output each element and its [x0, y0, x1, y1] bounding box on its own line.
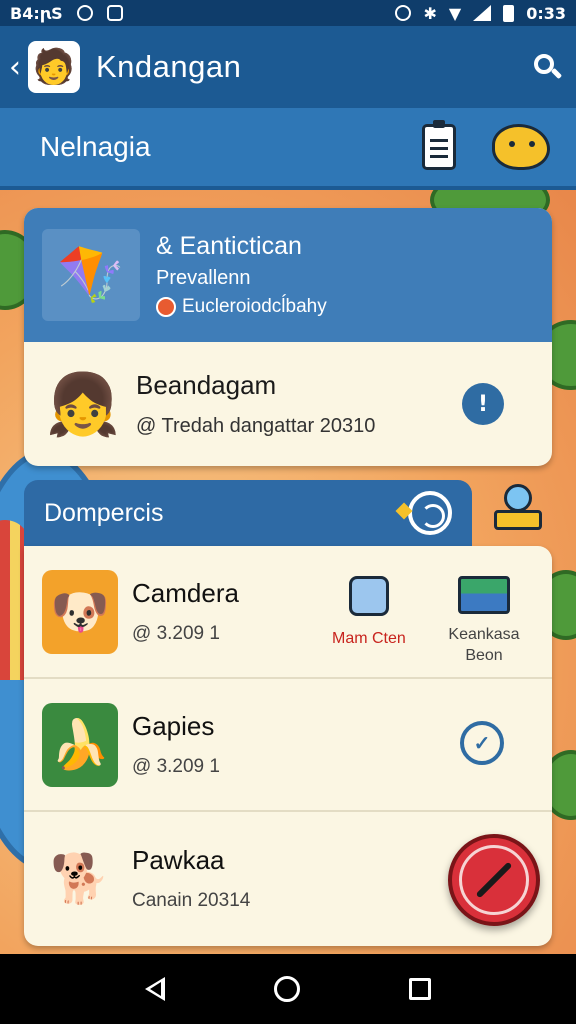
action-label: Keankasa Beon	[448, 626, 520, 664]
bluetooth-icon: ✱	[423, 3, 437, 23]
item-text: Pawkaa Canain 20314	[132, 845, 250, 912]
item-name: Camdera	[132, 578, 239, 608]
app-title: Kndangan	[96, 49, 242, 84]
image-icon	[106, 5, 123, 21]
item-meta: Canain 20314	[132, 890, 251, 911]
featured-subtitle: Prevallenn	[156, 267, 251, 289]
badge-icon[interactable]	[408, 491, 452, 535]
user-name: Beandagam	[136, 370, 277, 400]
clipboard-icon[interactable]	[422, 120, 456, 170]
app-avatar[interactable]: 🧑	[28, 41, 80, 93]
section-title: Nelnagia	[40, 131, 151, 162]
featured-banner[interactable]: 🪁 & Eantictican Prevallenn Eucleroiodcĺ…	[24, 208, 552, 342]
battery-icon	[503, 4, 515, 22]
nav-home-icon[interactable]	[273, 976, 300, 1002]
search-icon[interactable]	[532, 52, 563, 82]
item-thumbnail: 🍌	[42, 702, 118, 787]
section-header: Nelnagia	[0, 108, 576, 190]
wifi-icon: ▼	[448, 3, 462, 23]
crystal-ball-icon[interactable]	[492, 484, 546, 534]
compass-needle	[475, 861, 513, 899]
featured-user-row[interactable]: 👧 Beandagam @ Tredah dangattar 20310 !	[24, 342, 552, 466]
user-meta: @ Tredah dangattar 20310	[136, 415, 376, 437]
alert-badge-icon[interactable]: !	[462, 383, 504, 425]
list-title: Dompercis	[44, 498, 164, 527]
item-thumbnail: 🐶	[42, 569, 118, 654]
tag-dot-icon	[156, 297, 176, 317]
featured-tag-label: Eucleroiodcĺbahy	[182, 296, 327, 317]
back-icon[interactable]: ‹	[4, 50, 26, 85]
user-text: Beandagam @ Tredah dangattar 20310	[136, 370, 375, 438]
item-action-primary[interactable]: Mam Cten	[332, 576, 406, 648]
item-action-secondary[interactable]: Keankasa Beon	[439, 576, 529, 666]
user-avatar: 👧	[45, 369, 121, 440]
status-time: B4:ꞃS	[10, 3, 63, 23]
search-handle	[550, 67, 563, 80]
item-action-verify[interactable]: ✓	[460, 721, 504, 765]
item-name: Gapies	[132, 711, 215, 741]
action-label: Mam Cten	[332, 630, 406, 647]
status-clock: 0:33	[526, 3, 566, 23]
item-meta: @ 3.209 1	[132, 623, 220, 644]
featured-card[interactable]: 🪁 & Eantictican Prevallenn Eucleroiodcĺ…	[24, 208, 552, 466]
list-item[interactable]: 🍌 Gapies @ 3.209 1 ✓	[24, 679, 552, 812]
featured-title: & Eantictican	[156, 232, 302, 260]
item-text: Gapies @ 3.209 1	[132, 711, 220, 778]
nav-back-icon[interactable]	[144, 977, 165, 1001]
featured-tag: Eucleroiodcĺbahy	[156, 296, 327, 318]
compass-fab[interactable]	[448, 834, 540, 926]
list-item[interactable]: 🐶 Camdera @ 3.209 1 Mam Cten Keankasa Be…	[24, 546, 552, 679]
clipboard-line	[430, 139, 448, 142]
featured-text: & Eantictican Prevallenn Eucleroiodcĺba…	[156, 232, 327, 318]
list-header: Dompercis	[24, 480, 472, 546]
alarm-icon	[395, 5, 412, 21]
clipboard-line	[430, 155, 448, 158]
clipboard-line	[430, 147, 448, 150]
system-nav-bar	[0, 954, 576, 1024]
signal-icon	[473, 5, 492, 21]
item-name: Pawkaa	[132, 845, 225, 875]
compass-icon	[459, 845, 529, 915]
calculator-icon	[348, 576, 389, 616]
app-bar: ‹ 🧑 Kndangan	[0, 26, 576, 108]
sync-icon	[76, 5, 93, 21]
item-thumbnail: 🐕	[50, 851, 110, 907]
crystal-ball-base	[494, 510, 542, 530]
crystal-ball	[504, 484, 532, 512]
verified-icon: ✓	[460, 721, 504, 765]
status-bar: B4:ꞃS ✱ ▼ 0:33	[0, 0, 576, 26]
item-meta: @ 3.209 1	[132, 756, 220, 777]
fish-icon[interactable]	[492, 124, 550, 170]
featured-thumbnail: 🪁	[42, 229, 140, 321]
box-icon	[458, 576, 510, 614]
nav-recents-icon[interactable]	[409, 978, 432, 1000]
item-text: Camdera @ 3.209 1	[132, 578, 239, 645]
